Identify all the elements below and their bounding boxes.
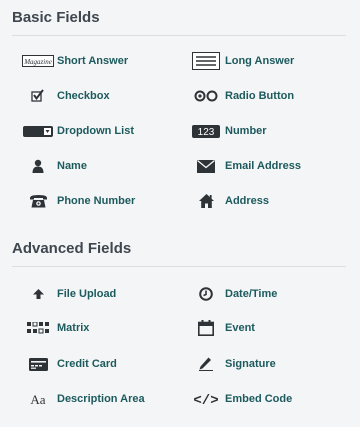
basic-fields-title: Basic Fields [12,9,100,26]
event-field-button[interactable]: Event [189,316,255,340]
file-upload-field-button[interactable]: File Upload [21,282,116,306]
embed-code-field-button[interactable]: </> Embed Code [189,387,292,411]
telephone-icon [21,191,55,211]
embed-code-icon: </> [189,389,223,409]
short-answer-icon: Magazine [21,51,55,71]
basic-fields-divider [12,35,346,36]
address-label: Address [225,195,270,207]
signature-label: Signature [225,358,276,370]
radio-button-label: Radio Button [225,90,295,102]
pen-icon [189,354,223,374]
advanced-fields-title: Advanced Fields [12,240,132,257]
email-address-field-button[interactable]: Email Address [189,154,301,178]
number-label: Number [225,125,267,137]
file-upload-label: File Upload [57,288,117,300]
number-icon: 123 [189,121,223,141]
text-aa-icon: Aa [21,389,55,409]
checkbox-field-button[interactable]: Checkbox [21,84,110,108]
dropdown-list-field-button[interactable]: Dropdown List [21,119,134,143]
radio-button-icon [189,86,223,106]
number-icon-text: 123 [198,127,215,138]
radio-button-field-button[interactable]: Radio Button [189,84,294,108]
short-answer-icon-text: Magazine [23,58,52,66]
text-aa-icon-text: Aa [30,393,45,406]
long-answer-icon [189,51,223,71]
upload-arrow-icon [21,284,55,304]
advanced-fields-divider [12,266,346,267]
embed-code-icon-text: </> [193,393,218,406]
clock-icon [189,284,223,304]
description-area-label: Description Area [57,393,145,405]
phone-number-label: Phone Number [57,195,136,207]
description-area-field-button[interactable]: Aa Description Area [21,387,145,411]
address-field-button[interactable]: Address [189,189,269,213]
name-label: Name [57,160,87,172]
date-time-field-button[interactable]: Date/Time [189,282,277,306]
person-icon [21,156,55,176]
matrix-field-button[interactable]: Matrix [21,316,89,340]
event-label: Event [225,322,255,334]
dropdown-list-label: Dropdown List [57,125,134,137]
phone-number-field-button[interactable]: Phone Number [21,189,135,213]
short-answer-field-button[interactable]: Magazine Short Answer [21,49,128,73]
checkbox-label: Checkbox [57,90,110,102]
embed-code-label: Embed Code [225,393,293,405]
signature-field-button[interactable]: Signature [189,352,276,376]
matrix-icon [21,318,55,338]
envelope-icon [189,156,223,176]
calendar-icon [189,318,223,338]
long-answer-label: Long Answer [225,55,295,67]
email-address-label: Email Address [225,160,302,172]
home-icon [189,191,223,211]
matrix-label: Matrix [57,322,90,334]
dropdown-icon [21,121,55,141]
name-field-button[interactable]: Name [21,154,87,178]
short-answer-label: Short Answer [57,55,129,67]
number-field-button[interactable]: 123 Number [189,119,267,143]
credit-card-icon [21,354,55,374]
credit-card-field-button[interactable]: Credit Card [21,352,117,376]
long-answer-field-button[interactable]: Long Answer [189,49,294,73]
checkbox-icon [21,86,55,106]
date-time-label: Date/Time [225,288,278,300]
credit-card-label: Credit Card [57,358,117,370]
